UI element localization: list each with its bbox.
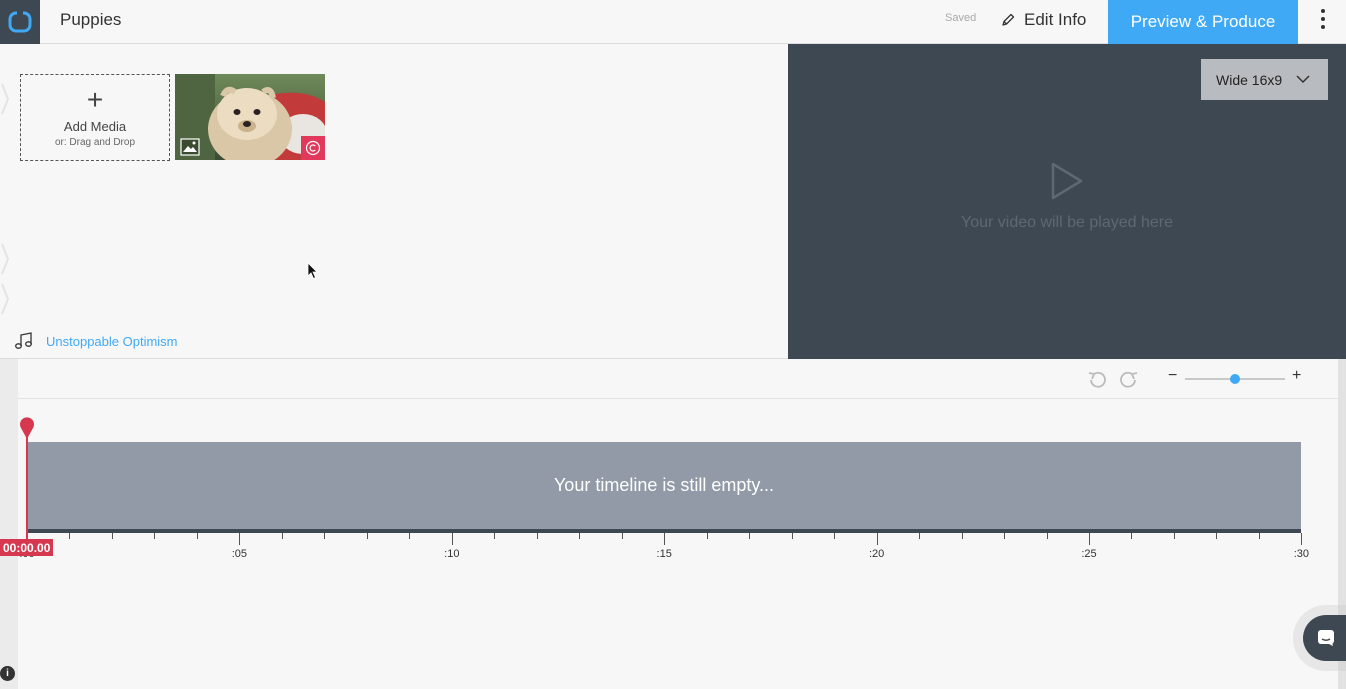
- ruler-minor-tick: [961, 533, 963, 539]
- redo-icon[interactable]: [1118, 369, 1140, 391]
- ruler-minor-tick: [791, 533, 793, 539]
- ruler-minor-tick: [154, 533, 156, 539]
- ruler-minor-tick: [111, 533, 113, 539]
- music-note-icon: [15, 332, 32, 349]
- ruler-minor-tick: [1131, 533, 1133, 539]
- app-logo[interactable]: [0, 0, 40, 44]
- undo-icon[interactable]: [1086, 369, 1108, 391]
- pencil-icon: [1002, 13, 1015, 26]
- ruler-minor-tick: [1173, 533, 1175, 539]
- ruler-tick-label: :05: [231, 548, 248, 560]
- ruler-minor-tick: [409, 533, 411, 539]
- ruler-minor-tick: [1258, 533, 1260, 539]
- media-bin: + Add Media or: Drag and Drop Unstoppabl…: [0, 44, 788, 359]
- ruler-minor-tick: [196, 533, 198, 539]
- ruler-major-tick: [1089, 533, 1090, 545]
- ruler-major-tick: [451, 533, 453, 545]
- ruler-minor-tick: [621, 533, 623, 539]
- zoom-slider[interactable]: [1185, 374, 1285, 384]
- ruler-minor-tick: [919, 533, 921, 539]
- project-title[interactable]: Puppies: [60, 10, 121, 30]
- media-thumbnail[interactable]: [175, 74, 325, 160]
- ruler-minor-tick: [324, 533, 326, 539]
- plus-icon: +: [86, 84, 104, 115]
- ruler-minor-tick: [706, 533, 708, 539]
- player-placeholder: Your video will be played here: [788, 162, 1346, 232]
- timeline-toolbar: − +: [18, 359, 1338, 399]
- ruler-tick-label: :20: [868, 548, 885, 560]
- ruler-minor-tick: [749, 533, 751, 539]
- chat-support-button[interactable]: [1303, 615, 1346, 661]
- playhead-handle[interactable]: [19, 416, 35, 440]
- ruler-tick-label: :15: [656, 548, 672, 560]
- ruler-minor-tick: [536, 533, 538, 539]
- ruler-minor-tick: [1216, 533, 1218, 539]
- ruler-minor-tick: [69, 533, 71, 539]
- add-media-button[interactable]: + Add Media or: Drag and Drop: [20, 74, 170, 161]
- playhead-line: [26, 431, 28, 539]
- edit-info-button[interactable]: Edit Info: [1000, 7, 1086, 33]
- music-track-link[interactable]: Unstoppable Optimism: [46, 334, 178, 349]
- timeline-empty-message: Your timeline is still empty...: [553, 475, 775, 495]
- ruler-tick-label: :25: [1081, 548, 1097, 560]
- ruler-major-tick: [664, 533, 666, 545]
- preview-produce-button[interactable]: Preview & Produce: [1108, 0, 1298, 44]
- ruler-minor-tick: [834, 533, 836, 539]
- aspect-ratio-value: Wide 16x9: [1216, 71, 1283, 88]
- ruler-tick-label: :30: [1293, 548, 1310, 560]
- more-options-icon[interactable]: [1310, 6, 1336, 32]
- ruler-minor-tick: [1046, 533, 1048, 539]
- timeline-left-strip: [0, 359, 18, 689]
- ruler-minor-tick: [579, 533, 581, 539]
- add-media-hint: or: Drag and Drop: [54, 137, 136, 148]
- zoom-slider-thumb[interactable]: [1230, 374, 1240, 384]
- copyright-icon: [301, 136, 325, 160]
- ruler-minor-tick: [366, 533, 368, 539]
- player-message: Your video will be played here: [961, 214, 1173, 231]
- top-bar: Puppies Saved Edit Info Preview & Produc…: [0, 0, 1346, 44]
- timeline-ruler[interactable]: :00:05:10:15:20:25:30: [19, 533, 1310, 563]
- ruler-major-tick: [876, 533, 878, 545]
- ruler-tick-label: :10: [444, 548, 460, 560]
- chevron-down-icon: [1296, 75, 1310, 84]
- aspect-ratio-dropdown[interactable]: Wide 16x9: [1201, 59, 1328, 100]
- image-type-icon: [180, 138, 200, 156]
- video-player: Wide 16x9 Your video will be played here: [788, 44, 1346, 359]
- chat-icon: [1318, 630, 1334, 646]
- zoom-in-button[interactable]: +: [1292, 367, 1301, 385]
- ruler-major-tick: [1301, 533, 1303, 545]
- ruler-minor-tick: [281, 533, 283, 539]
- decorative-edge: [1, 83, 10, 315]
- save-status: Saved: [945, 12, 977, 24]
- add-media-label: Add Media: [63, 119, 127, 134]
- ruler-major-tick: [239, 533, 241, 545]
- ruler-minor-tick: [494, 533, 496, 539]
- play-icon[interactable]: [1050, 162, 1084, 200]
- timeline-track[interactable]: Your timeline is still empty...: [27, 442, 1301, 529]
- zoom-out-button[interactable]: −: [1168, 367, 1177, 385]
- edit-info-label: Edit Info: [1024, 10, 1087, 29]
- ruler-minor-tick: [1004, 533, 1006, 539]
- timeline-panel: − + Your timeline is still empty... :00:…: [0, 359, 1346, 689]
- current-time: 00:00.00: [0, 539, 54, 556]
- info-icon[interactable]: i: [0, 666, 15, 681]
- music-track-row: Unstoppable Optimism: [14, 332, 178, 350]
- app-logo-icon: [8, 10, 32, 33]
